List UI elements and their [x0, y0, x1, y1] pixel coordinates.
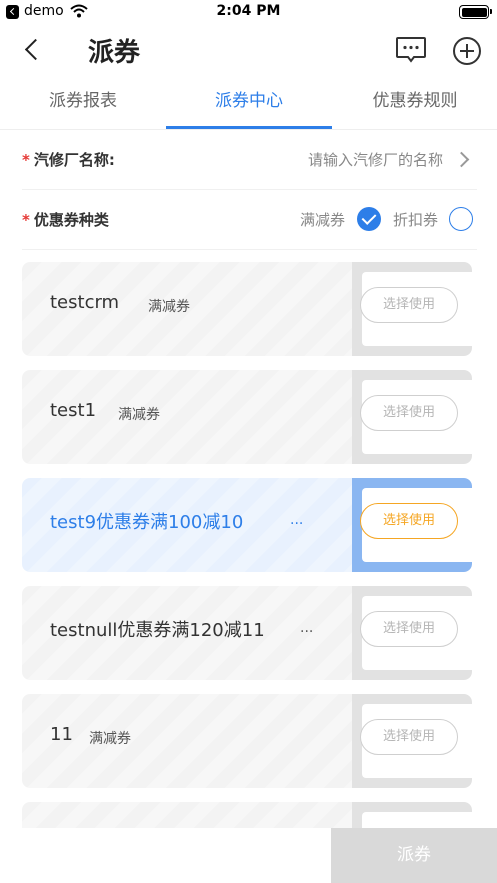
tab-bar: 派券报表 派券中心 优惠券规则: [0, 80, 497, 130]
coupon-type: 满减券: [89, 731, 131, 747]
tab-report[interactable]: 派券报表: [0, 80, 166, 128]
back-button[interactable]: [18, 34, 50, 66]
coupon-card[interactable]: testnull优惠券满120减11 ... 选择使用: [22, 586, 472, 680]
coupon-kind-label-text: 优惠券种类: [33, 211, 109, 229]
tab-rules[interactable]: 优惠券规则: [332, 80, 497, 128]
option-full-reduction-radio[interactable]: [357, 207, 381, 231]
add-icon[interactable]: [452, 36, 482, 66]
coupon-card-partial[interactable]: [22, 802, 472, 828]
shop-name-row[interactable]: * 汽修厂名称: 请输入汽修厂的名称: [22, 130, 477, 190]
coupon-kind-row: * 优惠券种类 满减券 折扣券: [22, 190, 477, 250]
coupon-name: test9优惠券满100减10: [50, 512, 244, 533]
coupon-type: 满减券: [118, 407, 160, 423]
option-full-reduction-label[interactable]: 满减券: [300, 209, 345, 230]
coupon-name: testcrm: [50, 292, 120, 313]
required-mark: *: [22, 211, 30, 229]
dispatch-coupon-button[interactable]: 派券: [331, 828, 497, 883]
coupon-type: ...: [290, 512, 304, 528]
shop-name-label: * 汽修厂名称:: [22, 149, 115, 170]
option-discount-label[interactable]: 折扣券: [393, 209, 438, 230]
chevron-right-icon: [453, 151, 470, 168]
select-use-button[interactable]: 选择使用: [360, 719, 458, 755]
nav-bar: 派券: [0, 24, 497, 76]
message-icon[interactable]: [395, 36, 427, 64]
page-title: 派券: [88, 38, 141, 68]
battery-icon: [459, 5, 492, 19]
coupon-name: test1: [50, 400, 97, 421]
select-use-button[interactable]: 选择使用: [360, 503, 458, 539]
coupon-name: 11: [50, 724, 73, 745]
select-use-button[interactable]: 选择使用: [360, 287, 458, 323]
select-use-button[interactable]: 选择使用: [360, 395, 458, 431]
coupon-name: testnull优惠券满120减11: [50, 620, 265, 641]
tab-center[interactable]: 派券中心: [166, 80, 332, 128]
coupon-type: ...: [300, 620, 314, 636]
coupon-card-selected[interactable]: test9优惠券满100减10 ... 选择使用: [22, 478, 472, 572]
select-use-button[interactable]: 选择使用: [360, 611, 458, 647]
coupon-card[interactable]: 11 满减券 选择使用: [22, 694, 472, 788]
coupon-list[interactable]: testcrm 满减券 选择使用 test1 满减券 选择使用 test9优惠券…: [0, 250, 497, 828]
coupon-type: 满减券: [148, 299, 190, 315]
option-discount-radio[interactable]: [449, 207, 473, 231]
coupon-card[interactable]: testcrm 满减券 选择使用: [22, 262, 472, 356]
coupon-card[interactable]: test1 满减券 选择使用: [22, 370, 472, 464]
tab-active-indicator: [166, 126, 332, 129]
shop-name-label-text: 汽修厂名称:: [33, 151, 115, 169]
required-mark: *: [22, 151, 30, 169]
shop-name-input[interactable]: 请输入汽修厂的名称: [308, 149, 443, 170]
status-time: 2:04 PM: [216, 3, 281, 19]
status-bar: demo 2:04 PM: [0, 0, 497, 24]
coupon-kind-label: * 优惠券种类: [22, 209, 109, 230]
coupon-stub: [352, 802, 472, 828]
